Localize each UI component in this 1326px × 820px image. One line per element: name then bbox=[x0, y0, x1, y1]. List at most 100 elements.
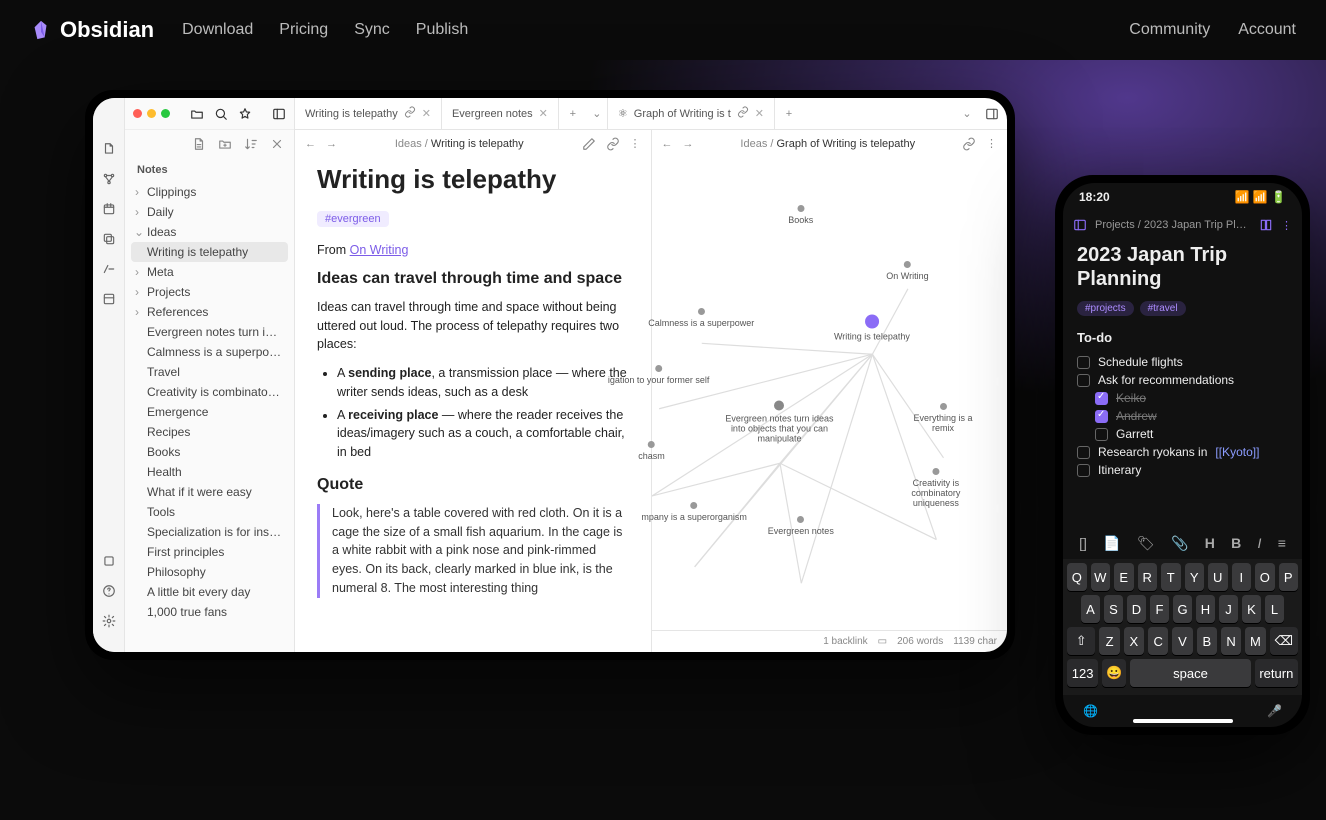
new-tab-button[interactable]: + bbox=[775, 98, 803, 129]
key-k[interactable]: K bbox=[1242, 595, 1261, 623]
tab-dropdown-icon[interactable]: ⌄ bbox=[587, 98, 607, 129]
vault-icon[interactable] bbox=[102, 554, 116, 568]
key-t[interactable]: T bbox=[1161, 563, 1181, 591]
graph-node[interactable]: mpany is a superorganism bbox=[641, 502, 747, 522]
back-icon[interactable]: ← bbox=[662, 138, 673, 150]
brackets-button[interactable]: [] bbox=[1079, 535, 1087, 551]
checkbox[interactable] bbox=[1095, 392, 1108, 405]
key-⇧[interactable]: ⇧ bbox=[1067, 627, 1095, 655]
settings-icon[interactable] bbox=[102, 614, 116, 628]
folder-icon[interactable] bbox=[190, 107, 204, 121]
panel-right-icon[interactable] bbox=[985, 107, 999, 121]
key-c[interactable]: C bbox=[1148, 627, 1168, 655]
key-e[interactable]: E bbox=[1114, 563, 1134, 591]
key-y[interactable]: Y bbox=[1185, 563, 1205, 591]
key-a[interactable]: A bbox=[1081, 595, 1100, 623]
more-icon[interactable]: ⋮ bbox=[1281, 219, 1292, 232]
new-tab-button[interactable]: + bbox=[559, 98, 587, 129]
sort-icon[interactable] bbox=[244, 137, 258, 151]
tree-item[interactable]: Health bbox=[125, 462, 294, 482]
tag-travel[interactable]: #travel bbox=[1140, 301, 1186, 316]
key-z[interactable]: Z bbox=[1099, 627, 1119, 655]
graph-node[interactable]: Books bbox=[788, 205, 813, 225]
key-emoji[interactable]: 😀 bbox=[1102, 659, 1126, 687]
tag-button[interactable]: 🏷 bbox=[1137, 535, 1155, 552]
close-icon[interactable]: ✕ bbox=[422, 107, 431, 120]
key-x[interactable]: X bbox=[1124, 627, 1144, 655]
collapse-icon[interactable] bbox=[270, 137, 284, 151]
key-space[interactable]: space bbox=[1130, 659, 1250, 687]
link-icon[interactable] bbox=[962, 137, 976, 151]
key-m[interactable]: M bbox=[1245, 627, 1265, 655]
graph-node[interactable]: Evergreen notes bbox=[768, 516, 834, 536]
key-s[interactable]: S bbox=[1104, 595, 1123, 623]
key-g[interactable]: G bbox=[1173, 595, 1192, 623]
key-w[interactable]: W bbox=[1091, 563, 1111, 591]
layout-icon[interactable] bbox=[102, 292, 116, 306]
panel-left-icon[interactable] bbox=[272, 107, 286, 121]
tree-item[interactable]: Travel bbox=[125, 362, 294, 382]
tree-item[interactable]: Projects bbox=[125, 282, 294, 302]
graph-node[interactable]: Everything is a remix bbox=[911, 403, 975, 433]
todo-item[interactable]: Keiko bbox=[1077, 389, 1288, 407]
command-icon[interactable] bbox=[102, 262, 116, 276]
tree-item[interactable]: Daily bbox=[125, 202, 294, 222]
key-j[interactable]: J bbox=[1219, 595, 1238, 623]
home-indicator[interactable] bbox=[1133, 719, 1233, 723]
checkbox[interactable] bbox=[1095, 428, 1108, 441]
tree-item[interactable]: Recipes bbox=[125, 422, 294, 442]
tree-item[interactable]: References bbox=[125, 302, 294, 322]
brand[interactable]: Obsidian bbox=[30, 17, 154, 43]
graph-node[interactable]: Writing is telepathy bbox=[834, 314, 910, 341]
key-v[interactable]: V bbox=[1172, 627, 1192, 655]
document-body[interactable]: Writing is telepathy #evergreen From On … bbox=[295, 158, 651, 604]
graph-node[interactable]: chasm bbox=[638, 441, 665, 461]
new-note-icon[interactable] bbox=[192, 137, 206, 151]
tree-item[interactable]: Books bbox=[125, 442, 294, 462]
doc-tag[interactable]: #evergreen bbox=[317, 211, 389, 227]
link-icon[interactable] bbox=[606, 137, 620, 151]
tree-item[interactable]: Tools bbox=[125, 502, 294, 522]
key-b[interactable]: B bbox=[1197, 627, 1217, 655]
tree-item[interactable]: Clippings bbox=[125, 182, 294, 202]
tree-item[interactable]: Ideas bbox=[125, 222, 294, 242]
key-n[interactable]: N bbox=[1221, 627, 1241, 655]
checkbox[interactable] bbox=[1077, 356, 1090, 369]
traffic-close[interactable] bbox=[133, 109, 142, 118]
italic-button[interactable]: I bbox=[1258, 535, 1262, 551]
graph-icon[interactable] bbox=[102, 172, 116, 186]
graph-node[interactable]: Creativity is combinatory uniqueness bbox=[900, 468, 971, 508]
close-icon[interactable]: ✕ bbox=[539, 107, 548, 120]
file-button[interactable]: 📄 bbox=[1103, 535, 1120, 552]
key-h[interactable]: H bbox=[1196, 595, 1215, 623]
more-icon[interactable]: ⋮ bbox=[986, 137, 997, 151]
help-icon[interactable] bbox=[102, 584, 116, 598]
tab-graph[interactable]: ⚛ Graph of Writing is t ✕ bbox=[608, 98, 775, 129]
graph-node[interactable]: Evergreen notes turn ideas into objects … bbox=[724, 401, 834, 444]
todo-item[interactable]: Garrett bbox=[1077, 425, 1288, 443]
key-d[interactable]: D bbox=[1127, 595, 1146, 623]
heading-button[interactable]: H bbox=[1205, 535, 1215, 551]
key-f[interactable]: F bbox=[1150, 595, 1169, 623]
close-icon[interactable]: ✕ bbox=[755, 107, 764, 120]
new-folder-icon[interactable] bbox=[218, 137, 232, 151]
todo-item[interactable]: Ask for recommendations bbox=[1077, 371, 1288, 389]
from-link[interactable]: On Writing bbox=[350, 243, 409, 257]
tree-item[interactable]: Meta bbox=[125, 262, 294, 282]
tab-dropdown-icon[interactable]: ⌄ bbox=[957, 107, 977, 120]
nav-account[interactable]: Account bbox=[1238, 21, 1296, 39]
checkbox[interactable] bbox=[1077, 464, 1090, 477]
todo-item[interactable]: Schedule flights bbox=[1077, 353, 1288, 371]
star-icon[interactable] bbox=[238, 107, 252, 121]
todo-item[interactable]: Itinerary bbox=[1077, 461, 1288, 479]
attach-button[interactable]: 📎 bbox=[1171, 535, 1188, 552]
key-l[interactable]: L bbox=[1265, 595, 1284, 623]
checkbox[interactable] bbox=[1077, 374, 1090, 387]
key-p[interactable]: P bbox=[1279, 563, 1299, 591]
checkbox[interactable] bbox=[1077, 446, 1090, 459]
copy-icon[interactable] bbox=[102, 232, 116, 246]
graph-canvas[interactable]: BooksOn WritingCalmness is a superpowerW… bbox=[652, 158, 1008, 630]
forward-icon[interactable]: → bbox=[326, 138, 337, 150]
key-i[interactable]: I bbox=[1232, 563, 1252, 591]
panel-left-icon[interactable] bbox=[1073, 218, 1087, 232]
